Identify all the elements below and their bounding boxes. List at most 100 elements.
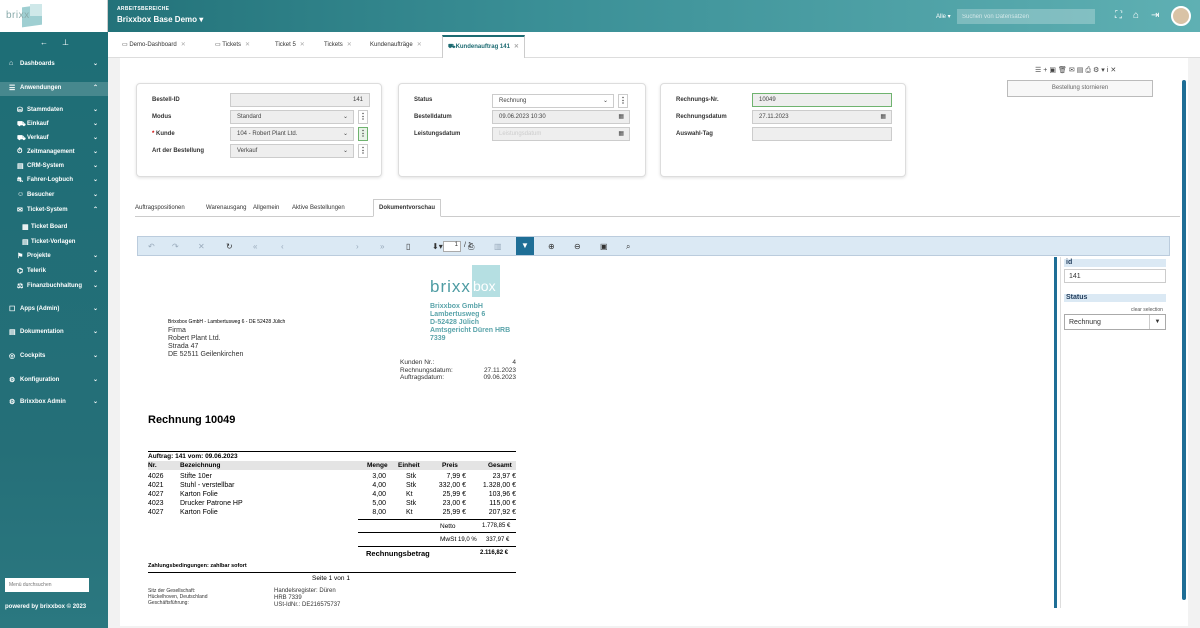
calendar-icon[interactable]: ▦ [618, 130, 624, 137]
sidebar-item-apps-admin[interactable]: ☐ Apps (Admin) ⌄ [0, 303, 108, 317]
sidebar-item-ticket-vorlagen[interactable]: ▤ Ticket-Vorlagen [0, 236, 108, 250]
calendar-icon[interactable]: ▦ [618, 113, 624, 120]
workspace-selector[interactable]: Brixxbox Base Demo ▾ [117, 15, 203, 24]
global-search-input[interactable] [957, 9, 1095, 24]
sidebar-item-ticket-board[interactable]: ▦ Ticket Board [0, 221, 108, 235]
save-icon[interactable]: ▣ [1049, 67, 1058, 74]
sidebar-item-konfiguration[interactable]: ⚙ Konfiguration ⌄ [0, 374, 108, 388]
filter-icon[interactable]: ▼ [516, 237, 534, 255]
bestell-id-field: 141 [230, 93, 370, 107]
clear-selection-link[interactable]: clear selection [1131, 307, 1163, 313]
modus-select[interactable]: Standard ⌄ [230, 110, 354, 124]
leistungsdatum-field[interactable]: Leistungsdatum ▦ [492, 127, 630, 141]
sidebar-item-zeitmanagement[interactable]: ⏱ Zeitmanagement ⌄ [0, 146, 108, 160]
sidebar-item-verkauf[interactable]: ⛟ Verkauf ⌄ [0, 132, 108, 146]
menu-item-icon: ☺ [17, 191, 25, 198]
modus-more-button[interactable]: ⋮ [358, 110, 368, 124]
kunde-select[interactable]: 104 - Robert Plant Ltd. ⌄ [230, 127, 354, 141]
table-cell: Karton Folie [180, 509, 218, 516]
undo-icon[interactable]: ↶ [148, 242, 155, 251]
rechnungsdatum-field[interactable]: 27.11.2023 ▦ [752, 110, 892, 124]
fit-page-icon[interactable]: ▣ [600, 242, 608, 251]
tab-tickets[interactable]: ▭ Tickets ✕ [215, 41, 250, 48]
page-scrollbar[interactable] [1182, 80, 1186, 600]
zoom-out-icon[interactable]: ⊖ [574, 242, 581, 251]
close-tab-icon[interactable]: ✕ [245, 42, 250, 48]
print-icon[interactable]: ⎙ [468, 242, 474, 252]
tab-tickets-2[interactable]: Tickets ✕ [324, 41, 352, 48]
tab-kundenauftraege[interactable]: Kundenaufträge ✕ [370, 41, 422, 48]
next-page-icon[interactable]: › [356, 242, 359, 251]
param-status-select[interactable]: Rechnung ▼ [1064, 314, 1166, 330]
page-number-input[interactable]: 1 [443, 241, 461, 252]
cancel-icon[interactable]: ✕ [198, 242, 205, 251]
status-select[interactable]: Rechnung ⌄ [492, 94, 614, 108]
first-page-icon[interactable]: « [253, 242, 257, 251]
sum-rule-3 [358, 546, 516, 547]
close-icon[interactable]: ✕ [1110, 67, 1118, 74]
menu-search-input[interactable] [5, 578, 89, 592]
user-avatar[interactable] [1171, 6, 1191, 26]
sidebar-item-crm-system[interactable]: ▤ CRM-System ⌄ [0, 160, 108, 174]
search-icon[interactable]: ⌕ [626, 242, 630, 252]
print-icon[interactable]: ⎙ [1085, 67, 1093, 74]
param-id-value[interactable]: 141 [1064, 269, 1166, 283]
close-tab-icon[interactable]: ✕ [347, 42, 352, 48]
close-tab-icon[interactable]: ✕ [300, 42, 305, 48]
sidebar-item-finanzbuchhaltung[interactable]: ⚖ Finanzbuchhaltung ⌄ [0, 280, 108, 294]
col-bezeichnung: Bezeichnung [180, 462, 221, 469]
back-arrow-icon[interactable]: ← [40, 38, 48, 47]
param-id-label: id [1064, 259, 1166, 267]
art-more-button[interactable]: ⋮ [358, 144, 368, 158]
order-line: Auftrag: 141 vom: 09.06.2023 [148, 453, 238, 460]
sidebar-item-projekte[interactable]: ⚑ Projekte ⌄ [0, 250, 108, 264]
subtab-warenausgang[interactable]: Warenausgang [206, 205, 246, 211]
status-more-button[interactable]: ⋮ [618, 94, 628, 108]
home-icon[interactable]: ⌂ [1133, 10, 1139, 21]
sidebar-item-cockpits[interactable]: ◎ Cockpits ⌄ [0, 350, 108, 364]
sidebar-item-dokumentation[interactable]: ▤ Dokumentation ⌄ [0, 326, 108, 340]
layout-icon[interactable]: ▥ [494, 242, 502, 251]
redo-icon[interactable]: ↷ [172, 242, 179, 251]
pin-icon[interactable]: ⊥ [62, 38, 69, 47]
kunde-more-button[interactable]: ⋮ [358, 127, 368, 141]
zoom-in-icon[interactable]: ⊕ [548, 242, 555, 251]
comments-icon[interactable]: ✉ [1069, 67, 1077, 74]
delete-icon[interactable]: 🗑 [1058, 67, 1069, 74]
tab-ticket-5[interactable]: Ticket 5 ✕ [275, 41, 305, 48]
rechnungsnr-field[interactable]: 10049 [752, 93, 892, 107]
fullscreen-icon[interactable]: ⛶ [1115, 10, 1122, 21]
sidebar-item-stammdaten[interactable]: ⛁ Stammdaten ⌄ [0, 104, 108, 118]
refresh-icon[interactable]: ↻ [226, 242, 233, 251]
sidebar-item-ticket-system[interactable]: ✉ Ticket-System ⌃ [0, 204, 108, 218]
close-tab-icon[interactable]: ✕ [417, 42, 422, 48]
calendar-icon[interactable]: ▦ [880, 113, 886, 120]
prev-page-icon[interactable]: ‹ [281, 242, 284, 251]
brand-logo[interactable]: brixx [0, 0, 108, 32]
logout-icon[interactable]: ⇥ [1151, 10, 1159, 21]
sidebar-item-einkauf[interactable]: ⛟ Einkauf ⌄ [0, 118, 108, 132]
cancel-order-button[interactable]: Bestellung stornieren [1007, 80, 1153, 97]
bestelldatum-field[interactable]: 09.06.2023 10:30 ▦ [492, 110, 630, 124]
sidebar-item-brixxbox-admin[interactable]: ⚙ Brixxbox Admin ⌄ [0, 396, 108, 410]
pdf-scrollbar[interactable] [1054, 257, 1057, 608]
close-tab-icon[interactable]: ✕ [514, 44, 519, 50]
sidebar-item-fahrer-logbuch[interactable]: ⛐ Fahrer-Logbuch ⌄ [0, 174, 108, 188]
art-select[interactable]: Verkauf ⌄ [230, 144, 354, 158]
sidebar-item-besucher[interactable]: ☺ Besucher ⌄ [0, 189, 108, 203]
subtab-auftragspositionen[interactable]: Auftragspositionen [135, 205, 185, 211]
sidebar-item-dashboards[interactable]: ⌂ Dashboards ⌄ [0, 58, 108, 72]
tab-demo-dashboard[interactable]: ▭ Demo-Dashboard ✕ [122, 41, 186, 48]
last-page-icon[interactable]: » [380, 242, 384, 251]
sidebar-item-telerik[interactable]: ⌬ Telerik ⌄ [0, 265, 108, 279]
sidebar-item-anwendungen[interactable]: ☰ Anwendungen ⌃ [0, 82, 108, 96]
search-filter-dropdown[interactable]: Alle ▾ [936, 13, 951, 20]
auswahltag-field[interactable] [752, 127, 892, 141]
subtab-allgemein[interactable]: Allgemein [253, 205, 279, 211]
new-document-icon[interactable]: ▯ [406, 242, 410, 251]
subtab-dokumentvorschau[interactable]: Dokumentvorschau [373, 199, 442, 217]
close-tab-icon[interactable]: ✕ [181, 42, 186, 48]
tab-kundenauftrag-141[interactable]: ⛟Kundenauftrag 141 ✕ [442, 35, 525, 59]
export-icon[interactable]: ⬇▾ [432, 242, 443, 251]
subtab-aktive-bestellungen[interactable]: Aktive Bestellungen [292, 205, 345, 211]
